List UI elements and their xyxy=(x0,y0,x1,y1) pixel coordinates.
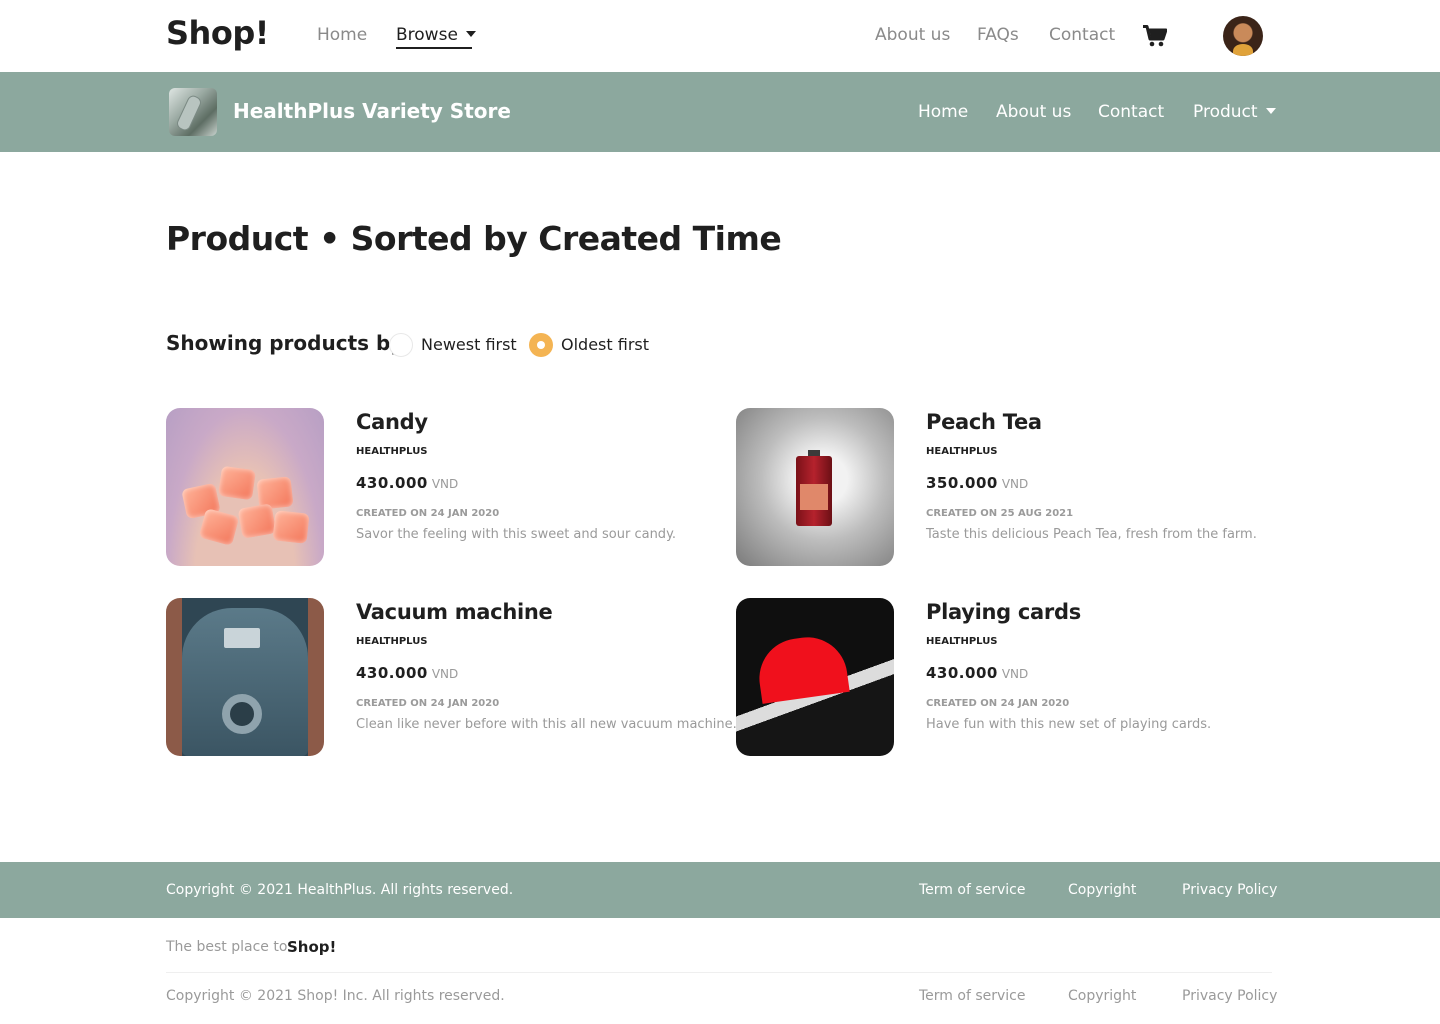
product-price: 430.000 VND xyxy=(356,474,458,492)
product-name[interactable]: Candy xyxy=(356,410,428,434)
store-nav-product[interactable]: Product xyxy=(1193,102,1276,122)
store-footer-terms[interactable]: Term of service xyxy=(919,882,1025,898)
product-name[interactable]: Playing cards xyxy=(926,600,1081,624)
product-image-peach-tea[interactable] xyxy=(736,408,894,566)
footer-tagline: The best place to xyxy=(166,939,288,955)
price-value: 430.000 xyxy=(356,664,428,682)
footer-divider xyxy=(166,972,1272,973)
site-footer-privacy[interactable]: Privacy Policy xyxy=(1182,988,1277,1004)
product-card[interactable]: Vacuum machine HEALTHPLUS 430.000 VND CRE… xyxy=(166,598,737,758)
site-copyright: Copyright © 2021 Shop! Inc. All rights r… xyxy=(166,988,505,1004)
nav-faqs[interactable]: FAQs xyxy=(977,25,1019,45)
store-footer: Copyright © 2021 HealthPlus. All rights … xyxy=(0,862,1440,918)
product-name[interactable]: Vacuum machine xyxy=(356,600,553,624)
product-brand: HEALTHPLUS xyxy=(356,636,428,647)
user-avatar[interactable] xyxy=(1223,16,1263,56)
product-price: 430.000 VND xyxy=(356,664,458,682)
store-copyright: Copyright © 2021 HealthPlus. All rights … xyxy=(166,882,514,898)
chevron-down-icon xyxy=(1265,108,1276,114)
product-image-vacuum-machine[interactable] xyxy=(166,598,324,756)
footer-brand[interactable]: Shop! xyxy=(287,938,336,956)
active-underline xyxy=(396,47,472,49)
product-description: Have fun with this new set of playing ca… xyxy=(926,717,1212,732)
nav-home[interactable]: Home xyxy=(317,25,367,45)
site-footer-copyright[interactable]: Copyright xyxy=(1068,988,1136,1004)
price-currency: VND xyxy=(431,477,459,491)
product-created-date: CREATED ON 24 JAN 2020 xyxy=(356,698,500,709)
store-nav-contact[interactable]: Contact xyxy=(1098,102,1164,122)
product-brand: HEALTHPLUS xyxy=(356,446,428,457)
store-header: HealthPlus Variety Store Home About us C… xyxy=(0,72,1440,152)
product-description: Taste this delicious Peach Tea, fresh fr… xyxy=(926,527,1257,542)
top-navbar: Shop! Home Browse About us FAQs Contact xyxy=(0,0,1440,72)
site-logo[interactable]: Shop! xyxy=(166,14,269,52)
site-footer-terms[interactable]: Term of service xyxy=(919,988,1025,1004)
store-nav-about[interactable]: About us xyxy=(996,102,1071,122)
sort-label: Showing products by xyxy=(166,331,404,355)
product-price: 430.000 VND xyxy=(926,664,1028,682)
product-created-date: CREATED ON 25 AUG 2021 xyxy=(926,508,1074,519)
product-description: Clean like never before with this all ne… xyxy=(356,717,737,732)
product-card[interactable]: Candy HEALTHPLUS 430.000 VND CREATED ON 2… xyxy=(166,408,706,568)
store-logo[interactable] xyxy=(169,88,217,136)
nav-browse-label: Browse xyxy=(396,25,458,45)
radio-oldest-first[interactable] xyxy=(529,333,553,357)
store-nav-home[interactable]: Home xyxy=(918,102,968,122)
product-name[interactable]: Peach Tea xyxy=(926,410,1042,434)
store-footer-privacy[interactable]: Privacy Policy xyxy=(1182,882,1277,898)
product-price: 350.000 VND xyxy=(926,474,1028,492)
page-title: Product • Sorted by Created Time xyxy=(166,219,782,258)
price-currency: VND xyxy=(1001,667,1029,681)
price-value: 350.000 xyxy=(926,474,998,492)
chevron-down-icon xyxy=(465,31,476,37)
price-value: 430.000 xyxy=(356,474,428,492)
product-card[interactable]: Peach Tea HEALTHPLUS 350.000 VND CREATED … xyxy=(736,408,1276,568)
nav-about[interactable]: About us xyxy=(875,25,950,45)
nav-browse[interactable]: Browse xyxy=(396,25,476,45)
product-created-date: CREATED ON 24 JAN 2020 xyxy=(926,698,1070,709)
product-image-playing-cards[interactable] xyxy=(736,598,894,756)
cart-icon[interactable] xyxy=(1143,25,1167,47)
product-brand: HEALTHPLUS xyxy=(926,636,998,647)
radio-newest-first[interactable] xyxy=(389,333,413,357)
store-nav-product-label: Product xyxy=(1193,102,1258,122)
price-currency: VND xyxy=(431,667,459,681)
radio-oldest-label[interactable]: Oldest first xyxy=(561,335,649,354)
radio-newest-label[interactable]: Newest first xyxy=(421,335,517,354)
product-created-date: CREATED ON 24 JAN 2020 xyxy=(356,508,500,519)
price-currency: VND xyxy=(1001,477,1029,491)
price-value: 430.000 xyxy=(926,664,998,682)
product-brand: HEALTHPLUS xyxy=(926,446,998,457)
store-name[interactable]: HealthPlus Variety Store xyxy=(233,99,511,123)
nav-contact[interactable]: Contact xyxy=(1049,25,1115,45)
product-image-candy[interactable] xyxy=(166,408,324,566)
store-footer-copyright[interactable]: Copyright xyxy=(1068,882,1136,898)
product-description: Savor the feeling with this sweet and so… xyxy=(356,527,677,542)
product-card[interactable]: Playing cards HEALTHPLUS 430.000 VND CREA… xyxy=(736,598,1276,758)
